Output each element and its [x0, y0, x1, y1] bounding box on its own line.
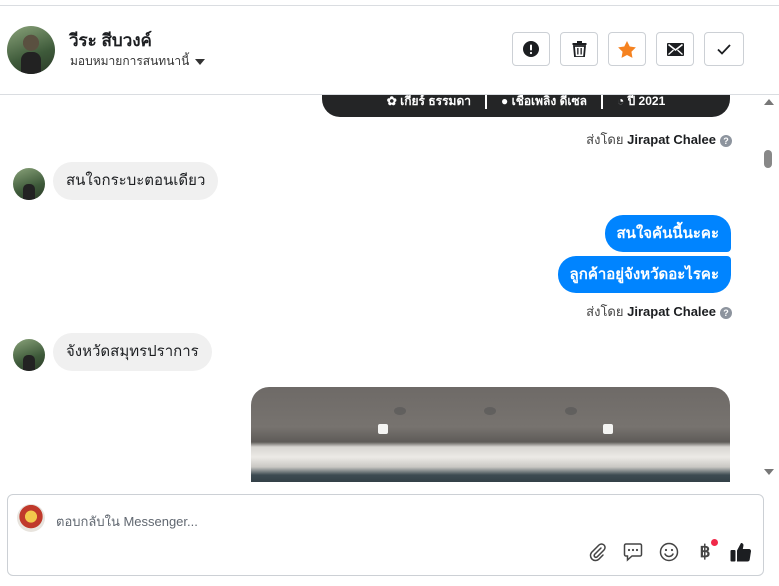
- scrollbar-thumb[interactable]: [764, 150, 772, 168]
- thumbs-up-icon[interactable]: [730, 541, 752, 563]
- paperclip-icon[interactable]: [586, 541, 608, 563]
- contact-avatar[interactable]: [7, 26, 55, 74]
- star-button[interactable]: [608, 32, 646, 66]
- help-icon[interactable]: ?: [720, 134, 732, 147]
- scroll-down-arrow-icon[interactable]: [764, 469, 774, 475]
- gear-spec-label: เกียร์ ธรรมดา: [400, 95, 471, 108]
- sender-name: Jirapat Chalee: [627, 304, 716, 319]
- check-icon: [717, 43, 731, 55]
- hood-detail: [565, 407, 577, 415]
- sent-by-prefix: ส่งโดย: [586, 304, 624, 319]
- year-spec-label: ปี 2021: [627, 95, 666, 108]
- smiley-icon[interactable]: [658, 541, 680, 563]
- trash-icon: [572, 41, 586, 57]
- hood-detail: [484, 407, 496, 415]
- sent-by-label: ส่งโดย Jirapat Chalee?: [586, 129, 732, 150]
- baht-symbol: ฿: [699, 542, 711, 561]
- reply-input[interactable]: ตอบกลับใน Messenger...: [56, 511, 198, 532]
- envelope-icon: [666, 42, 684, 56]
- assign-conversation-label: มอบหมายการสนทนานี้: [70, 54, 190, 68]
- outgoing-message[interactable]: ลูกค้าอยู่จังหวัดอะไรคะ: [557, 256, 731, 293]
- incoming-message[interactable]: จังหวัดสมุทรปราการ: [53, 333, 212, 371]
- contact-name[interactable]: วีระ สีบวงค์: [69, 27, 152, 54]
- exclamation-icon: [523, 41, 539, 57]
- gauge-icon: ◔: [617, 95, 625, 108]
- sender-name: Jirapat Chalee: [627, 132, 716, 147]
- year-spec: ◔ ปี 2021: [617, 95, 665, 111]
- divider: [485, 95, 487, 109]
- conversation-header: วีระ สีบวงค์ มอบหมายการสนทนานี้: [0, 6, 779, 95]
- image-attachment[interactable]: [251, 387, 730, 482]
- caret-down-icon: [195, 58, 206, 65]
- fuel-spec: ● เชื้อเพลิง ดีเซล: [501, 95, 587, 111]
- page-avatar: [17, 504, 45, 532]
- contact-avatar-small[interactable]: [13, 168, 45, 200]
- help-icon[interactable]: ?: [720, 306, 732, 319]
- email-button[interactable]: [656, 32, 694, 66]
- assign-conversation-dropdown[interactable]: มอบหมายการสนทนานี้: [70, 52, 206, 71]
- conversation-thread[interactable]: ✿ เกียร์ ธรรมดา ● เชื้อเพลิง ดีเซล ◔ ปี …: [0, 95, 762, 482]
- listing-card-footer[interactable]: ✿ เกียร์ ธรรมดา ● เชื้อเพลิง ดีเซล ◔ ปี …: [322, 95, 730, 117]
- delete-button[interactable]: [560, 32, 598, 66]
- done-button[interactable]: [704, 32, 744, 66]
- chat-bubble-icon[interactable]: [622, 541, 644, 563]
- incoming-message[interactable]: สนใจกระบะตอนเดียว: [53, 162, 219, 200]
- gear-icon: ✿: [386, 95, 397, 108]
- outgoing-message[interactable]: สนใจคันนี้นะคะ: [604, 215, 731, 252]
- fuel-drop-icon: ●: [501, 95, 509, 108]
- scroll-up-arrow-icon[interactable]: [764, 99, 774, 105]
- sent-by-label: ส่งโดย Jirapat Chalee?: [586, 301, 732, 322]
- fuel-spec-label: เชื้อเพลิง ดีเซล: [511, 95, 587, 108]
- hood-detail: [394, 407, 406, 415]
- gear-spec: ✿ เกียร์ ธรรมดา: [387, 95, 471, 111]
- reply-composer[interactable]: ตอบกลับใน Messenger... ฿: [7, 494, 764, 576]
- notification-dot: [711, 539, 718, 546]
- hood-clip: [378, 424, 388, 434]
- hood-clip: [603, 424, 613, 434]
- star-icon: [618, 40, 636, 58]
- divider: [601, 95, 603, 109]
- sent-by-prefix: ส่งโดย: [586, 132, 624, 147]
- contact-avatar-small[interactable]: [13, 339, 45, 371]
- report-button[interactable]: [512, 32, 550, 66]
